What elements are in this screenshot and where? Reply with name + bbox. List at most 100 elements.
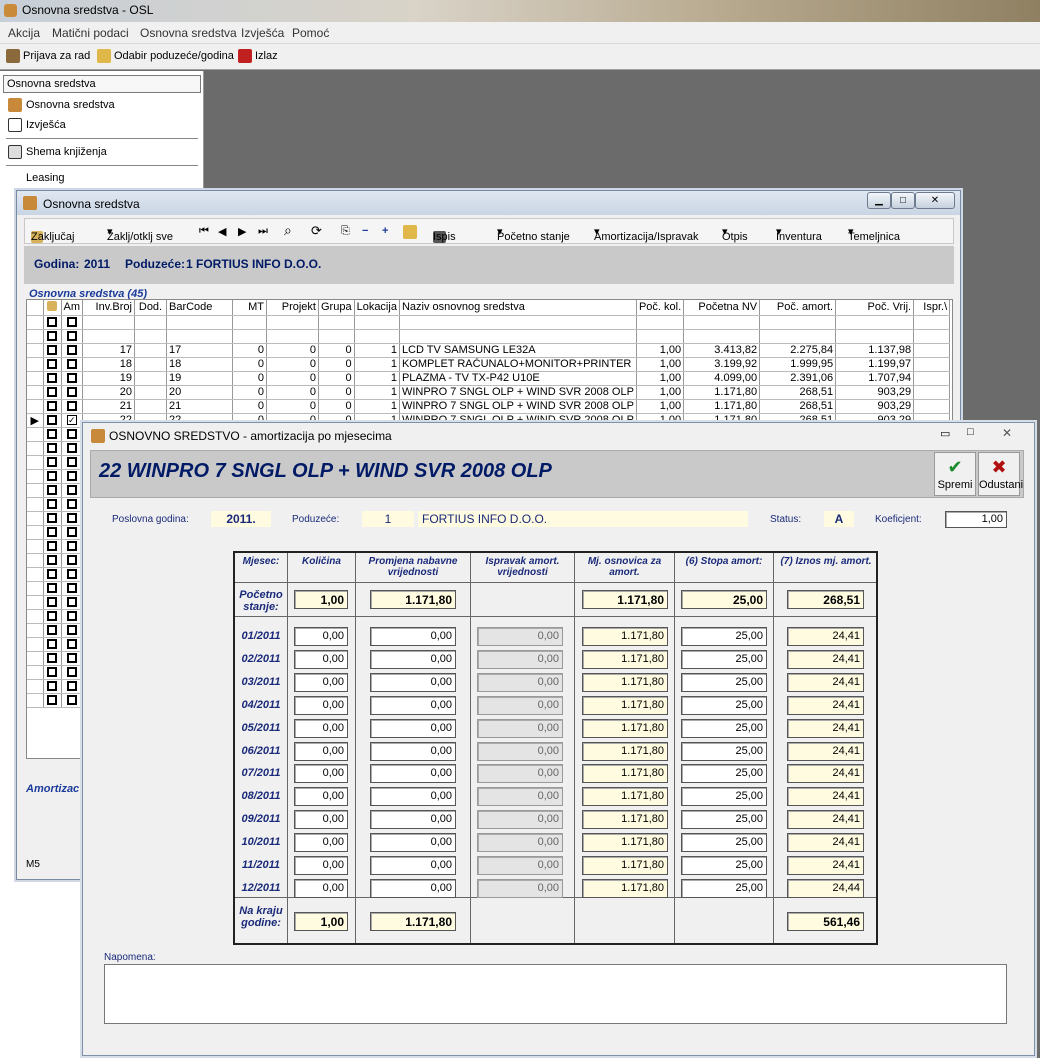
column-header[interactable]: Projekt (266, 300, 319, 316)
row-checkbox[interactable] (43, 581, 62, 596)
row-checkbox[interactable] (61, 525, 83, 540)
row-checkbox[interactable] (61, 385, 83, 400)
month-stopa-input[interactable]: 25,00 (681, 672, 767, 692)
row-checkbox[interactable]: ✓ (61, 413, 83, 428)
minimize-button[interactable]: ▭ (940, 427, 950, 440)
row-checkbox[interactable] (61, 595, 83, 610)
row-checkbox[interactable] (43, 455, 62, 470)
column-header[interactable]: Poč. amort. (759, 300, 837, 316)
month-iznos-input[interactable]: 24,41 (787, 672, 864, 692)
month-osnovica-input[interactable]: 1.171,80 (582, 718, 668, 738)
month-osnovica-input[interactable]: 1.171,80 (582, 810, 668, 830)
column-header[interactable]: Dod. (134, 300, 167, 316)
search-icon[interactable]: ⌕ (284, 222, 292, 239)
next-record-button[interactable]: ▶ (238, 225, 246, 238)
month-stopa-input[interactable]: 25,00 (681, 787, 767, 807)
menu-izvjesca[interactable]: Izvješća (241, 26, 284, 40)
row-checkbox[interactable] (43, 483, 62, 498)
row-checkbox[interactable] (61, 665, 83, 680)
table-row[interactable]: 19 19 0 0 0 1 PLAZMA - TV TX-P42 U10E 1,00 4.099… (27, 371, 951, 386)
first-record-button[interactable]: ⏮ (199, 225, 209, 238)
refresh-icon[interactable]: ⟳ (311, 223, 322, 239)
row-checkbox[interactable] (61, 483, 83, 498)
month-nabavna-input[interactable]: 0,00 (370, 649, 456, 669)
last-record-button[interactable]: ⏭ (258, 225, 268, 238)
column-header[interactable]: Poč. kol. (636, 300, 685, 316)
menu-osnovna-sredstva[interactable]: Osnovna sredstva (140, 26, 237, 40)
month-nabavna-input[interactable]: 0,00 (370, 810, 456, 830)
row-checkbox[interactable] (61, 553, 83, 568)
month-nabavna-input[interactable]: 0,00 (370, 627, 456, 646)
row-checkbox[interactable] (43, 637, 62, 652)
napomena-textarea[interactable] (104, 964, 1007, 1024)
month-osnovica-input[interactable]: 1.171,80 (582, 627, 668, 646)
column-header[interactable]: Poč. Vrij. (835, 300, 915, 316)
menu-maticni-podaci[interactable]: Matični podaci (52, 26, 129, 40)
table-row[interactable]: 20 20 0 0 0 1 WINPRO 7 SNGL OLP + WIND SVR 200… (27, 385, 951, 400)
row-checkbox[interactable] (61, 343, 83, 358)
plus-icon[interactable]: + (382, 225, 388, 237)
month-nabavna-input[interactable]: 0,00 (370, 741, 456, 761)
row-checkbox[interactable] (61, 539, 83, 554)
column-header[interactable]: Grupa (318, 300, 355, 316)
month-osnovica-input[interactable]: 1.171,80 (582, 833, 668, 853)
row-checkbox[interactable] (43, 567, 62, 582)
sidebar-item-osnovna-sredstva[interactable]: Osnovna sredstva (8, 98, 115, 112)
month-kolicina-input[interactable]: 0,00 (294, 856, 348, 875)
row-checkbox[interactable] (61, 371, 83, 386)
month-osnovica-input[interactable]: 1.171,80 (582, 695, 668, 715)
month-stopa-input[interactable]: 25,00 (681, 718, 767, 738)
month-stopa-input[interactable]: 25,00 (681, 627, 767, 646)
month-kolicina-input[interactable]: 0,00 (294, 810, 348, 830)
month-stopa-input[interactable]: 25,00 (681, 741, 767, 761)
amortizacija-dropdown[interactable]: Amortizacija/Ispravak ▾ (594, 225, 699, 243)
month-kolicina-input[interactable]: 0,00 (294, 787, 348, 807)
row-checkbox[interactable] (61, 693, 83, 708)
month-osnovica-input[interactable]: 1.171,80 (582, 741, 668, 761)
month-nabavna-input[interactable]: 0,00 (370, 856, 456, 875)
pocetno-kolicina[interactable]: 1,00 (294, 590, 348, 609)
login-button[interactable]: Prijava za rad (6, 49, 90, 63)
pocetno-osnovica[interactable]: 1.171,80 (582, 590, 668, 609)
row-checkbox[interactable] (61, 609, 83, 624)
month-stopa-input[interactable]: 25,00 (681, 856, 767, 875)
pocetno-nabavna[interactable]: 1.171,80 (370, 590, 456, 609)
pocetno-stanje-dropdown[interactable]: Početno stanje ▾ (497, 225, 570, 243)
row-checkbox[interactable] (61, 427, 83, 442)
row-checkbox[interactable] (61, 623, 83, 638)
row-checkbox[interactable] (43, 665, 62, 680)
sidebar-item-leasing[interactable]: Leasing (26, 172, 65, 184)
month-kolicina-input[interactable]: 0,00 (294, 741, 348, 761)
select-company-button[interactable]: Odabir poduzeće/godina (97, 49, 234, 63)
row-checkbox[interactable] (43, 679, 62, 694)
month-kolicina-input[interactable]: 0,00 (294, 878, 348, 898)
row-checkbox[interactable] (43, 553, 62, 568)
table-row[interactable]: 17 17 0 0 0 1 LCD TV SAMSUNG LE32A 1,00 3.413,82… (27, 343, 951, 358)
row-checkbox[interactable] (43, 511, 62, 526)
maximize-button[interactable]: □ (967, 426, 974, 438)
month-stopa-input[interactable]: 25,00 (681, 833, 767, 853)
row-checkbox[interactable] (43, 609, 62, 624)
row-checkbox[interactable] (61, 497, 83, 512)
row-checkbox[interactable] (43, 315, 62, 330)
row-checkbox[interactable] (43, 427, 62, 442)
row-checkbox[interactable] (61, 567, 83, 582)
row-checkbox[interactable] (61, 357, 83, 372)
close-button[interactable]: ✕ (1002, 426, 1012, 440)
row-checkbox[interactable] (61, 679, 83, 694)
row-checkbox[interactable] (61, 581, 83, 596)
column-header[interactable]: Početna NV (683, 300, 761, 316)
month-iznos-input[interactable]: 24,41 (787, 649, 864, 669)
month-nabavna-input[interactable]: 0,00 (370, 878, 456, 898)
month-nabavna-input[interactable]: 0,00 (370, 764, 456, 784)
month-kolicina-input[interactable]: 0,00 (294, 672, 348, 692)
row-checkbox[interactable] (61, 315, 83, 330)
month-nabavna-input[interactable]: 0,00 (370, 833, 456, 853)
month-iznos-input[interactable]: 24,44 (787, 878, 864, 898)
row-checkbox[interactable] (43, 371, 62, 386)
column-header[interactable]: Lokacija (354, 300, 400, 316)
minimize-button[interactable]: ▁ (867, 192, 891, 209)
month-osnovica-input[interactable]: 1.171,80 (582, 672, 668, 692)
column-header[interactable]: Inv.Broj (82, 300, 135, 316)
row-checkbox[interactable] (43, 469, 62, 484)
